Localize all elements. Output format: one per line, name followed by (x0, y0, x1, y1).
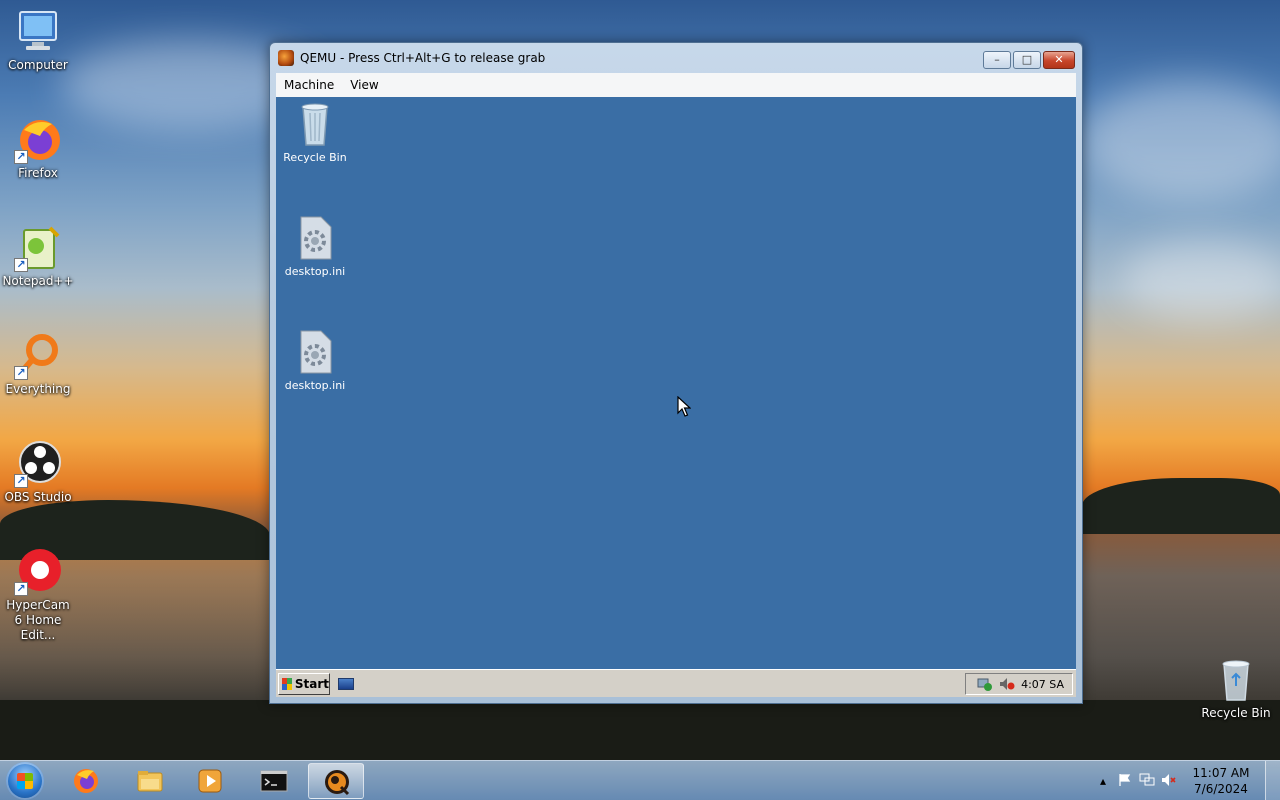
guest-taskbar: Start 4:07 SA (276, 669, 1076, 697)
notepadpp-icon: ↗ (14, 224, 62, 272)
wallpaper-cloud (1120, 240, 1280, 320)
host-taskbar: ▴ 11:07 AM 7/6/2024 (0, 760, 1280, 800)
clock-date: 7/6/2024 (1194, 782, 1248, 796)
qemu-icon (323, 768, 351, 796)
guest-start-button[interactable]: Start (278, 673, 330, 695)
recycle-bin-icon (1212, 656, 1260, 704)
desktop-icon-label: Everything (5, 382, 71, 396)
settings-file-icon (295, 215, 335, 261)
guest-icon-desktop-ini-1[interactable]: desktop.ini (276, 215, 354, 278)
host-clock[interactable]: 11:07 AM 7/6/2024 (1186, 765, 1256, 797)
media-player-icon (196, 767, 224, 795)
minimize-icon: – (994, 53, 1000, 66)
show-desktop-icon[interactable] (338, 678, 354, 690)
desktop-icon-label: OBS Studio (4, 490, 72, 504)
maximize-button[interactable]: □ (1013, 51, 1041, 69)
desktop-icon-label: Notepad++ (2, 274, 74, 288)
minimize-button[interactable]: – (983, 51, 1011, 69)
obs-icon: ↗ (14, 440, 62, 488)
desktop-icon-recycle-bin[interactable]: Recycle Bin (1198, 656, 1274, 721)
wallpaper-trees (1082, 478, 1280, 534)
desktop-icon-label: HyperCam 6 Home Edit... (6, 598, 70, 642)
desktop-icon-label: Recycle Bin (1201, 706, 1271, 720)
guest-screen[interactable]: Recycle Bin desktop.ini desktop.ini Star… (276, 97, 1076, 697)
show-desktop-button[interactable] (1265, 761, 1280, 800)
host-desktop: Computer ↗ Firefox ↗ Notepad++ ↗ Everyth… (0, 0, 1280, 800)
guest-icon-label: desktop.ini (284, 379, 346, 392)
desktop-icon-firefox[interactable]: ↗ Firefox (0, 116, 76, 181)
firefox-icon: ↗ (14, 116, 62, 164)
guest-icon-recycle-bin[interactable]: Recycle Bin (276, 101, 354, 164)
close-icon: ✕ (1054, 53, 1064, 66)
windows-flag-icon (282, 678, 292, 690)
shortcut-arrow-icon: ↗ (14, 366, 28, 380)
host-system-tray: ▴ 11:07 AM 7/6/2024 (1095, 761, 1280, 800)
action-center-flag-icon[interactable] (1117, 773, 1133, 789)
taskbar-firefox[interactable] (58, 763, 114, 799)
desktop-icon-label: Computer (8, 58, 68, 72)
desktop-icon-notepadpp[interactable]: ↗ Notepad++ (0, 224, 76, 289)
wallpaper-cloud (1080, 80, 1280, 200)
taskbar-media-player[interactable] (182, 763, 238, 799)
hypercam-icon: ↗ (14, 548, 62, 596)
computer-icon (14, 8, 62, 56)
shortcut-arrow-icon: ↗ (14, 474, 28, 488)
network-icon[interactable] (1139, 773, 1155, 789)
guest-start-label: Start (294, 677, 329, 691)
taskbar-qemu[interactable] (308, 763, 364, 799)
guest-icon-label: desktop.ini (284, 265, 346, 278)
guest-tray-clock: 4:07 SA (1021, 677, 1064, 691)
guest-icon-desktop-ini-2[interactable]: desktop.ini (276, 329, 354, 392)
clock-time: 11:07 AM (1192, 766, 1250, 780)
desktop-icon-label: Firefox (18, 166, 58, 180)
maximize-icon: □ (1021, 53, 1033, 66)
shortcut-arrow-icon: ↗ (14, 582, 28, 596)
folder-icon (136, 767, 164, 795)
desktop-icon-everything[interactable]: ↗ Everything (0, 332, 76, 397)
taskbar-file-explorer[interactable] (122, 763, 178, 799)
settings-file-icon (295, 329, 335, 375)
window-title: QEMU - Press Ctrl+Alt+G to release grab (300, 51, 546, 65)
desktop-icon-hypercam[interactable]: ↗ HyperCam 6 Home Edit... (0, 548, 76, 643)
guest-icon-label: Recycle Bin (283, 151, 347, 164)
qemu-title-bar[interactable]: QEMU - Press Ctrl+Alt+G to release grab … (270, 43, 1082, 73)
qemu-menu-bar: Machine View (276, 73, 1076, 98)
recycle-bin-icon (295, 101, 335, 147)
command-prompt-icon (260, 767, 288, 795)
shortcut-arrow-icon: ↗ (14, 258, 28, 272)
firefox-icon (72, 767, 100, 795)
guest-system-tray: 4:07 SA (965, 673, 1073, 695)
menu-machine[interactable]: Machine (276, 78, 342, 92)
volume-muted-icon[interactable] (1161, 773, 1177, 789)
qemu-app-icon (278, 50, 294, 66)
qemu-window[interactable]: QEMU - Press Ctrl+Alt+G to release grab … (269, 42, 1083, 704)
menu-view[interactable]: View (342, 78, 386, 92)
close-button[interactable]: ✕ (1043, 51, 1075, 69)
volume-muted-icon[interactable] (999, 677, 1015, 691)
everything-search-icon: ↗ (14, 332, 62, 380)
desktop-icon-computer[interactable]: Computer (0, 8, 76, 73)
start-orb-button[interactable] (6, 762, 44, 800)
wallpaper-foreground (0, 700, 1280, 760)
taskbar-cmd[interactable] (246, 763, 302, 799)
shortcut-arrow-icon: ↗ (14, 150, 28, 164)
desktop-icon-obs[interactable]: ↗ OBS Studio (0, 440, 76, 505)
show-hidden-icons-chevron-icon[interactable]: ▴ (1095, 773, 1111, 789)
window-controls: – □ ✕ (983, 51, 1075, 69)
network-icon[interactable] (977, 677, 993, 691)
